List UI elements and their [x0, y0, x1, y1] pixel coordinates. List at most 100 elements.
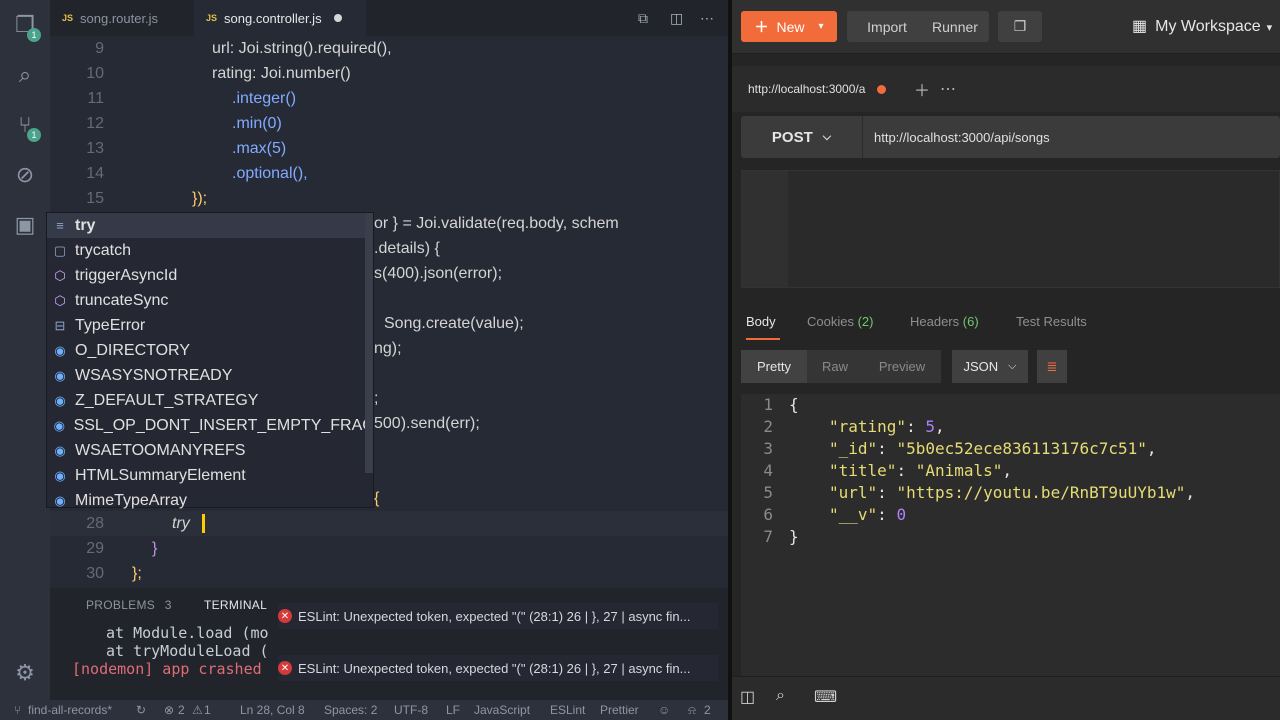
text-cursor — [202, 514, 205, 533]
line-number: 30 — [86, 565, 104, 582]
suggestion-label: try — [75, 216, 96, 234]
unsaved-dot-icon[interactable] — [333, 14, 342, 22]
encoding[interactable]: UTF-8 — [394, 703, 428, 717]
notification-count[interactable]: 2 — [704, 703, 711, 717]
import-button[interactable]: Import — [847, 11, 927, 42]
feedback-icon[interactable]: ☺ — [658, 703, 670, 717]
tab-terminal[interactable]: TERMINAL — [204, 598, 267, 612]
suggestion-item[interactable]: ⊟ TypeError — [47, 313, 373, 338]
explorer-badge: 1 — [27, 28, 41, 42]
suggestion-item[interactable]: ◉ MimeTypeArray — [47, 488, 373, 513]
extensions-icon[interactable]: ▣ — [0, 200, 50, 250]
tab-problems[interactable]: PROBLEMS 3 — [86, 598, 172, 612]
suggestion-label: MimeTypeArray — [75, 491, 188, 509]
eslint-status[interactable]: ESLint — [550, 703, 585, 717]
tab-song-router[interactable]: JS song.router.js — [50, 0, 194, 36]
runner-button[interactable]: Runner — [921, 11, 989, 42]
view-raw[interactable]: Raw — [807, 350, 863, 383]
suggestion-item[interactable]: ⬡ triggerAsyncId — [47, 263, 373, 288]
suggestion-item[interactable]: ◉ HTMLSummaryElement — [47, 463, 373, 488]
tab-label: song.router.js — [80, 10, 159, 26]
more-actions-icon[interactable]: ⋯ — [700, 10, 714, 27]
sidebar-toggle-icon[interactable]: ◫ — [740, 687, 755, 707]
line-number: 7 — [763, 527, 773, 546]
url-input[interactable]: http://localhost:3000/api/songs — [874, 116, 1050, 158]
suggestion-item[interactable]: ◉ O_DIRECTORY — [47, 338, 373, 363]
suggestion-label: truncateSync — [75, 291, 169, 309]
suggestion-item[interactable]: ⬡ truncateSync — [47, 288, 373, 313]
terminal-line: at tryModuleLoad ( — [106, 642, 269, 660]
error-notification[interactable]: ✕ ESLint: Unexpected token, expected "(" … — [278, 655, 718, 681]
source-control-icon[interactable]: ⑂ 1 — [0, 100, 50, 150]
errors-icon[interactable]: ⊗ — [164, 703, 174, 717]
suggestion-item[interactable]: ≡ try — [47, 213, 373, 238]
suggestion-item[interactable]: ◉ WSAETOOMANYREFS — [47, 438, 373, 463]
tab-label: song.controller.js — [224, 10, 322, 26]
view-pretty[interactable]: Pretty — [741, 350, 807, 383]
tab-body[interactable]: Body — [746, 314, 776, 329]
wrap-lines-icon[interactable]: ≣ — [1037, 350, 1067, 383]
code-line: 9 url: Joi.string().required(), — [50, 36, 728, 61]
open-changes-icon[interactable]: ⧉ — [638, 10, 648, 27]
suggestion-item[interactable]: ◉ WSASYSNOTREADY — [47, 363, 373, 388]
language-mode[interactable]: JavaScript — [474, 703, 530, 717]
warnings-icon[interactable]: ⚠ — [192, 703, 203, 717]
tab-label: Test Results — [1016, 314, 1087, 329]
indentation[interactable]: Spaces: 2 — [324, 703, 377, 717]
chevron-down-icon[interactable]: ▾ — [818, 21, 823, 32]
new-button[interactable]: ＋ New ▾ — [741, 11, 837, 42]
property-icon: ◉ — [54, 367, 66, 383]
workspace-selector[interactable]: ▦ My Workspace ▾ — [1132, 16, 1272, 36]
debug-icon[interactable]: ⊘ — [0, 150, 50, 200]
error-count[interactable]: 2 — [178, 703, 185, 717]
cursor-position[interactable]: Ln 28, Col 8 — [240, 703, 305, 717]
search-icon[interactable]: ⌕ — [776, 687, 785, 705]
tab-test-results[interactable]: Test Results — [1016, 314, 1087, 329]
request-tab[interactable]: http://localhost:3000/a — [748, 66, 887, 112]
class-icon: ⊟ — [54, 317, 66, 333]
eol[interactable]: LF — [446, 703, 460, 717]
suggestion-scrollbar[interactable] — [365, 213, 373, 473]
response-body[interactable]: 1{ 2 "rating": 5, 3 "_id": "5b0ec52ece8361… — [741, 394, 1280, 676]
suggestion-item[interactable]: ◉ Z_DEFAULT_STRATEGY — [47, 388, 373, 413]
tab-headers[interactable]: Headers (6) — [910, 314, 979, 329]
suggestion-label: O_DIRECTORY — [75, 341, 190, 359]
suggestion-label: TypeError — [75, 316, 146, 334]
split-editor-icon[interactable]: ◫ — [670, 10, 683, 27]
prettier-status[interactable]: Prettier — [600, 703, 639, 717]
property-icon: ◉ — [54, 492, 66, 508]
code-line-current: 28 try — [50, 511, 728, 536]
git-branch[interactable]: find-all-records* — [28, 703, 112, 717]
add-tab-icon[interactable]: ＋ — [914, 66, 930, 112]
tab-label: Cookies — [807, 314, 854, 329]
suggestion-item[interactable]: ◉ SSL_OP_DONT_INSERT_EMPTY_FRAGME — [47, 413, 373, 438]
settings-gear-icon[interactable]: ⚙ — [0, 648, 50, 698]
code-text: try — [172, 515, 190, 532]
autocomplete-dropdown[interactable]: ≡ try ▢ trycatch ⬡ triggerAsyncId ⬡ truncate… — [46, 212, 374, 509]
format-select[interactable]: JSON ⌵ — [952, 350, 1028, 383]
line-number: 1 — [763, 395, 773, 414]
more-tabs-icon[interactable]: ⋯ — [940, 66, 956, 112]
workspace-label: My Workspace — [1155, 18, 1261, 35]
code-text: Song.create(value); — [384, 315, 524, 332]
request-body-editor[interactable] — [741, 170, 1280, 288]
format-label: JSON — [963, 359, 999, 374]
method-select[interactable]: POST ⌵ — [741, 116, 863, 158]
suggestion-item[interactable]: ▢ trycatch — [47, 238, 373, 263]
json-value: "https://youtu.be/RnBT9uUYb1w" — [896, 483, 1186, 502]
tab-song-controller[interactable]: JS song.controller.js — [194, 0, 366, 36]
tab-cookies[interactable]: Cookies (2) — [807, 314, 873, 329]
view-preview[interactable]: Preview — [863, 350, 941, 383]
code-text: rating: Joi.number() — [212, 65, 351, 82]
sync-icon[interactable]: ↻ — [136, 703, 146, 717]
terminal-line: at Module.load (mo — [106, 624, 269, 642]
warning-count[interactable]: 1 — [204, 703, 211, 717]
explorer-icon[interactable]: ❐ 1 — [0, 0, 50, 50]
bell-icon[interactable]: ⍾ — [688, 703, 696, 718]
search-icon[interactable]: ⌕ — [0, 50, 50, 100]
json-comma: , — [1146, 439, 1157, 458]
console-icon[interactable]: ⌨ — [814, 687, 837, 707]
error-notification[interactable]: ✕ ESLint: Unexpected token, expected "(" … — [278, 603, 718, 629]
request-tab-label: http://localhost:3000/a — [748, 82, 866, 96]
new-window-icon[interactable]: ❐ — [998, 11, 1042, 42]
